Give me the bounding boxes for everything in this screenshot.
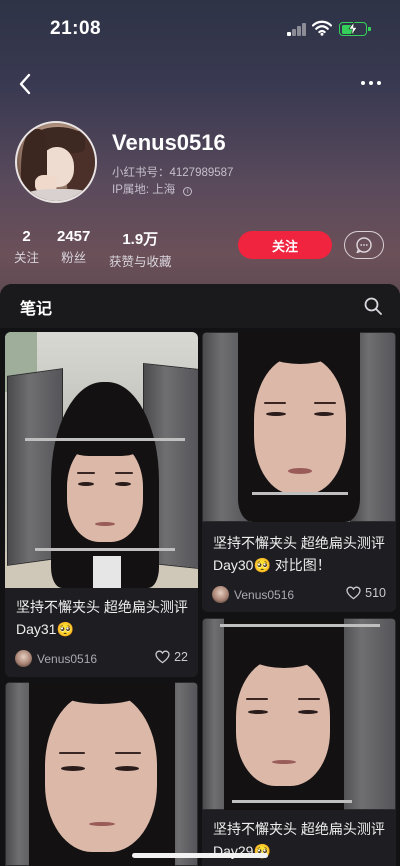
author-name: Venus0516 xyxy=(234,587,295,602)
stat-likes-collections[interactable]: 1.9万 获赞与收藏 xyxy=(109,228,172,270)
charging-bolt-icon xyxy=(348,22,358,35)
note-cover-image xyxy=(5,332,198,588)
stat-following-label: 关注 xyxy=(14,251,40,265)
status-time: 21:08 xyxy=(50,18,102,39)
message-button[interactable] xyxy=(344,231,384,259)
note-title: 坚持不懈夹头 超绝扁头测评Day30🥺 对比图！ xyxy=(213,535,385,573)
stat-followers[interactable]: 2457 粉丝 xyxy=(57,228,90,266)
tab-notes[interactable]: 笔记 xyxy=(20,295,52,319)
note-cover-image xyxy=(5,682,198,866)
ip-location-text: IP属地: 上海 xyxy=(112,184,176,196)
note-author[interactable]: Venus0516 xyxy=(212,586,294,603)
note-card[interactable]: 坚持不懈夹头 超绝扁头测评Day30🥺 对比图！ Venus0516 510 xyxy=(202,332,396,612)
note-title: 坚持不懈夹头 超绝扁头测评Day31🥺 xyxy=(16,599,188,637)
ip-location: IP属地: 上海 i xyxy=(112,181,193,197)
heart-icon xyxy=(346,586,361,600)
battery-icon xyxy=(339,22,371,36)
stat-following[interactable]: 2 关注 xyxy=(14,228,39,266)
info-icon[interactable]: i xyxy=(183,187,193,196)
avatar[interactable] xyxy=(15,121,97,203)
notes-header: 笔记 xyxy=(0,284,400,328)
author-name: Venus0516 xyxy=(37,651,98,666)
username: Venus0516 xyxy=(112,130,226,155)
like-count: 510 xyxy=(365,586,386,600)
like-button[interactable]: 22 xyxy=(155,650,188,664)
back-button[interactable] xyxy=(14,70,38,98)
search-icon[interactable] xyxy=(363,296,383,316)
note-author[interactable]: Venus0516 xyxy=(15,650,97,667)
note-card[interactable] xyxy=(5,682,198,866)
follow-button[interactable]: 关注 xyxy=(238,231,332,259)
redbook-id: 小红书号：4127989587 xyxy=(112,167,234,179)
stat-likes-value: 1.9万 xyxy=(122,231,159,248)
author-avatar xyxy=(15,650,32,667)
note-cover-image xyxy=(202,332,396,522)
home-indicator[interactable] xyxy=(132,853,268,858)
like-count: 22 xyxy=(174,650,188,664)
note-card[interactable]: 坚持不懈夹头 超绝扁头测评Day29🥺 xyxy=(202,618,396,866)
note-cover-image xyxy=(202,618,396,810)
author-avatar xyxy=(212,586,229,603)
cellular-signal-icon xyxy=(287,22,307,36)
more-options-button[interactable] xyxy=(356,72,386,94)
wifi-icon xyxy=(312,20,332,36)
chat-icon xyxy=(355,236,372,253)
stat-following-value: 2 xyxy=(22,228,31,245)
note-card[interactable]: 坚持不懈夹头 超绝扁头测评Day31🥺 Venus0516 22 xyxy=(5,332,198,677)
stat-followers-label: 粉丝 xyxy=(61,251,87,265)
like-button[interactable]: 510 xyxy=(346,586,386,600)
stat-likes-label: 获赞与收藏 xyxy=(109,255,172,269)
stat-followers-value: 2457 xyxy=(57,228,91,245)
heart-icon xyxy=(155,650,170,664)
status-bar: 21:08 xyxy=(0,0,400,58)
